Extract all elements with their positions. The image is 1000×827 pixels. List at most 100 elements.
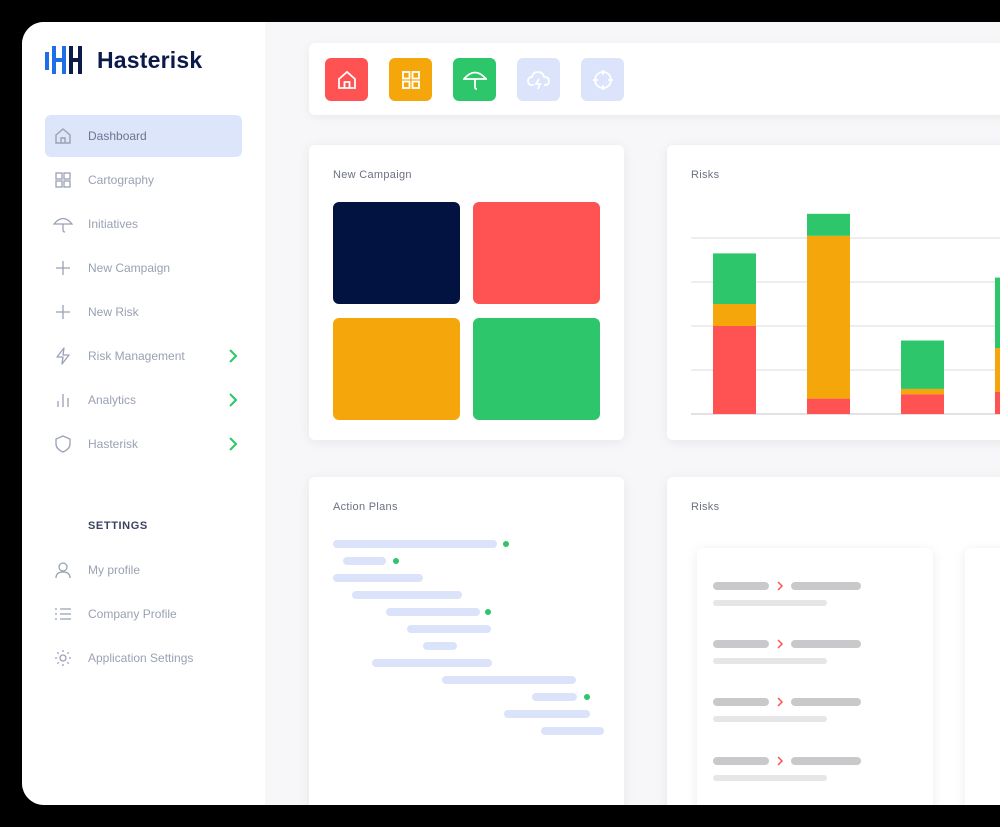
sidebar-item-application-settings[interactable]: Application Settings	[45, 637, 242, 679]
home-button[interactable]	[325, 58, 368, 101]
cloud-lightning-icon	[526, 70, 550, 89]
risk-description-placeholder	[713, 716, 827, 722]
card-title: Action Plans	[333, 501, 398, 513]
sidebar-item-label: My profile	[88, 563, 141, 577]
target-icon	[592, 69, 613, 90]
chevron-right-icon[interactable]	[226, 348, 240, 364]
bar-segment[interactable]	[713, 326, 756, 414]
bar-segment[interactable]	[901, 388, 944, 395]
gantt-bar[interactable]	[504, 710, 590, 718]
risk-source-placeholder	[713, 582, 769, 590]
sidebar-item-hasterisk[interactable]: Hasterisk	[45, 423, 242, 465]
sidebar-item-label: Dashboard	[88, 129, 147, 143]
gear-icon	[53, 648, 73, 668]
chevron-right-icon[interactable]	[226, 436, 240, 452]
chevron-right-icon	[777, 756, 784, 766]
user-icon	[53, 560, 73, 580]
gantt-bar[interactable]	[333, 540, 497, 548]
plus-icon	[53, 258, 73, 278]
bar-segment[interactable]	[807, 213, 850, 236]
sidebar-item-label: Initiatives	[88, 217, 139, 231]
campaign-tile[interactable]	[473, 202, 600, 304]
sidebar-item-label: Risk Management	[88, 349, 185, 363]
gantt-bar[interactable]	[386, 608, 480, 616]
chevron-right-icon	[777, 639, 784, 649]
sidebar-item-new-campaign[interactable]: New Campaign	[45, 247, 242, 289]
sidebar: Hasterisk Dashboard Cartography Initiati…	[22, 22, 265, 805]
risk-description-placeholder	[713, 775, 827, 781]
sidebar-item-my-profile[interactable]: My profile	[45, 549, 242, 591]
umbrella-button[interactable]	[453, 58, 496, 101]
gantt-bar[interactable]	[372, 659, 492, 667]
sidebar-item-dashboard[interactable]: Dashboard	[45, 115, 242, 157]
settings-nav: My profile Company Profile Application S…	[45, 549, 242, 681]
bar-segment[interactable]	[713, 253, 756, 304]
risk-source-placeholder	[713, 698, 769, 706]
bar-segment[interactable]	[807, 398, 850, 414]
risk-description-placeholder	[713, 600, 827, 606]
plus-icon	[53, 302, 73, 322]
gantt-bar[interactable]	[442, 676, 576, 684]
bar-segment[interactable]	[995, 392, 1000, 414]
bar-segment[interactable]	[901, 340, 944, 389]
campaign-tile[interactable]	[333, 318, 460, 420]
campaign-tile[interactable]	[333, 202, 460, 304]
settings-section-title: SETTINGS	[88, 520, 148, 532]
shield-icon	[53, 434, 73, 454]
milestone-dot	[503, 541, 509, 547]
sidebar-item-company-profile[interactable]: Company Profile	[45, 593, 242, 635]
card-title: New Campaign	[333, 169, 412, 181]
risk-panel[interactable]	[697, 548, 933, 805]
risk-target-placeholder	[791, 582, 861, 590]
card-title: Risks	[691, 169, 720, 181]
campaign-tile[interactable]	[473, 318, 600, 420]
sidebar-item-label: Hasterisk	[88, 437, 139, 451]
gantt-bar[interactable]	[343, 557, 386, 565]
bar-chart-icon	[53, 390, 73, 410]
sidebar-item-analytics[interactable]: Analytics	[45, 379, 242, 421]
gantt-bar[interactable]	[423, 642, 457, 650]
risks-bar-chart	[691, 213, 1000, 415]
bar-segment[interactable]	[713, 304, 756, 326]
sidebar-item-cartography[interactable]: Cartography	[45, 159, 242, 201]
umbrella-icon	[53, 214, 73, 234]
milestone-dot	[584, 694, 590, 700]
risk-description-placeholder	[713, 658, 827, 664]
home-icon	[53, 126, 73, 146]
app-logo[interactable]: Hasterisk	[45, 46, 202, 74]
sidebar-nav: Dashboard Cartography Initiatives New Ca…	[45, 115, 242, 467]
grid-button[interactable]	[389, 58, 432, 101]
sidebar-item-label: Cartography	[88, 173, 155, 187]
sidebar-item-label: Application Settings	[88, 651, 194, 665]
lightning-icon	[53, 346, 73, 366]
app-name: Hasterisk	[97, 46, 203, 73]
risks-list-card: Risks	[667, 477, 1000, 805]
app-window: Hasterisk Dashboard Cartography Initiati…	[22, 22, 1000, 805]
gantt-bar[interactable]	[541, 727, 604, 735]
bar-segment[interactable]	[995, 277, 1000, 348]
risk-panel[interactable]	[965, 548, 1000, 805]
gantt-bar[interactable]	[532, 693, 577, 701]
bar-segment[interactable]	[995, 348, 1000, 392]
gantt-bar[interactable]	[352, 591, 462, 599]
grid-icon	[401, 70, 420, 89]
bar-segment[interactable]	[901, 394, 944, 414]
cloud-lightning-button[interactable]	[517, 58, 560, 101]
sidebar-item-risk-management[interactable]: Risk Management	[45, 335, 242, 377]
risks-chart-card: Risks	[667, 145, 1000, 440]
sidebar-item-new-risk[interactable]: New Risk	[45, 291, 242, 333]
action-plans-card: Action Plans	[309, 477, 624, 805]
bar-segment[interactable]	[807, 235, 850, 399]
quick-actions-toolbar	[309, 43, 1000, 115]
card-title: Risks	[691, 501, 720, 513]
sidebar-item-label: Analytics	[88, 393, 137, 407]
gantt-bar[interactable]	[333, 574, 423, 582]
sidebar-item-initiatives[interactable]: Initiatives	[45, 203, 242, 245]
milestone-dot	[393, 558, 399, 564]
chevron-right-icon	[777, 697, 784, 707]
chevron-right-icon[interactable]	[226, 392, 240, 408]
sidebar-item-label: Company Profile	[88, 607, 177, 621]
gantt-bar[interactable]	[407, 625, 491, 633]
sidebar-item-label: New Risk	[88, 305, 139, 319]
target-button[interactable]	[581, 58, 624, 101]
